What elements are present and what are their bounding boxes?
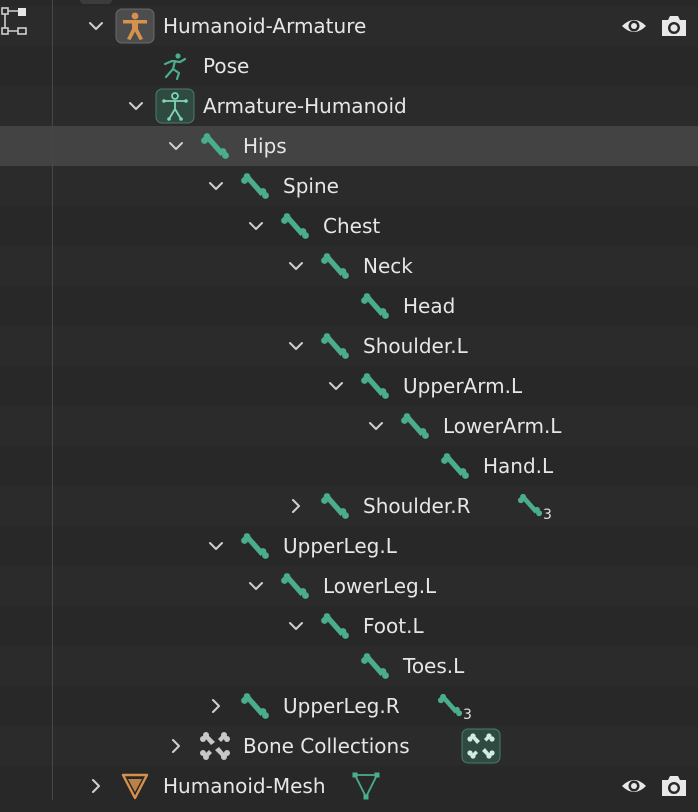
chevron-down-icon[interactable]: [324, 366, 348, 406]
bone-icon: [355, 366, 395, 406]
tree-row-label[interactable]: UpperLeg.L: [283, 526, 397, 566]
tree-row-pose[interactable]: Pose: [0, 46, 698, 86]
tree-row-label[interactable]: Bone Collections: [243, 726, 410, 766]
tree-row-label[interactable]: Shoulder.R: [363, 486, 470, 526]
tree-row-label[interactable]: Humanoid-Armature: [163, 6, 366, 46]
bone-icon: [275, 206, 315, 246]
tree-row-label[interactable]: Head: [403, 286, 455, 326]
tree-row-label[interactable]: UpperLeg.R: [283, 686, 400, 726]
hierarchy-line: [52, 0, 53, 800]
pose-icon: [155, 46, 195, 86]
tree-row-shoulder-r[interactable]: Shoulder.R 3: [0, 486, 698, 526]
outliner-panel: Humanoid-Armature Pose Armature-Humanoid Hi…: [0, 0, 698, 812]
bone-icon: [395, 406, 435, 446]
chevron-down-icon[interactable]: [84, 6, 108, 46]
bone-icon: [315, 326, 355, 366]
chevron-down-icon[interactable]: [244, 206, 268, 246]
bone-icon: [235, 686, 275, 726]
chevron-down-icon[interactable]: [204, 166, 228, 206]
tree-row-neck[interactable]: Neck: [0, 246, 698, 286]
tree-row-label[interactable]: Toes.L: [403, 646, 464, 686]
bone-icon: [275, 566, 315, 606]
eye-icon[interactable]: [614, 6, 654, 46]
tree-row-label[interactable]: Armature-Humanoid: [203, 86, 407, 126]
chevron-right-icon[interactable]: [84, 766, 108, 806]
camera-icon[interactable]: [654, 766, 694, 806]
tree-row-foot-l[interactable]: Foot.L: [0, 606, 698, 646]
chevron-down-icon[interactable]: [284, 246, 308, 286]
collection-header-stub: [80, 0, 112, 4]
tree-row-hips[interactable]: Hips: [0, 126, 698, 166]
armature-object-icon: [115, 6, 155, 46]
bone-icon: [315, 486, 355, 526]
tree-row-label[interactable]: Chest: [323, 206, 380, 246]
tree-row-label[interactable]: Foot.L: [363, 606, 424, 646]
chevron-down-icon[interactable]: [124, 86, 148, 126]
bone-icon: [435, 446, 475, 486]
camera-icon[interactable]: [654, 6, 694, 46]
tree-row-humanoid-mesh[interactable]: Humanoid-Mesh: [0, 766, 698, 806]
tree-row-shoulder-l[interactable]: Shoulder.L: [0, 326, 698, 366]
bone-icon: [235, 526, 275, 566]
child-count: 3: [463, 707, 472, 723]
tree-row-label[interactable]: Neck: [363, 246, 413, 286]
bone-icon: [315, 246, 355, 286]
chevron-down-icon[interactable]: [244, 566, 268, 606]
tree-row-humanoid-armature[interactable]: Humanoid-Armature: [0, 6, 698, 46]
tree-row-chest[interactable]: Chest: [0, 206, 698, 246]
tree-row-label[interactable]: Shoulder.L: [363, 326, 468, 366]
tree-row-armature-humanoid[interactable]: Armature-Humanoid: [0, 86, 698, 126]
tree-row-spine[interactable]: Spine: [0, 166, 698, 206]
tree-row-upperleg-r[interactable]: UpperLeg.R 3: [0, 686, 698, 726]
tree-row-label[interactable]: Humanoid-Mesh: [163, 766, 326, 806]
tree-row-label[interactable]: Hand.L: [483, 446, 553, 486]
collapsed-children-bone-icon[interactable]: 3: [517, 486, 557, 526]
tree-row-label[interactable]: UpperArm.L: [403, 366, 522, 406]
chevron-down-icon[interactable]: [284, 326, 308, 366]
tree-row-bone-collections[interactable]: Bone Collections: [0, 726, 698, 766]
eye-icon[interactable]: [614, 766, 654, 806]
collection-icon: [0, 6, 30, 38]
tree-row-lowerarm-l[interactable]: LowerArm.L: [0, 406, 698, 446]
bone-collections-icon: [195, 726, 235, 766]
mesh-object-icon: [115, 766, 155, 806]
chevron-down-icon[interactable]: [284, 606, 308, 646]
armature-data-icon: [155, 86, 195, 126]
child-count: 3: [543, 507, 552, 523]
tree-row-head[interactable]: Head: [0, 286, 698, 326]
chevron-right-icon[interactable]: [284, 486, 308, 526]
chevron-right-icon[interactable]: [164, 726, 188, 766]
tree-row-label[interactable]: Hips: [243, 126, 287, 166]
tree-row-label[interactable]: LowerArm.L: [443, 406, 561, 446]
tree-row-upperarm-l[interactable]: UpperArm.L: [0, 366, 698, 406]
tree-row-upperleg-l[interactable]: UpperLeg.L: [0, 526, 698, 566]
chevron-down-icon[interactable]: [164, 126, 188, 166]
chevron-right-icon[interactable]: [204, 686, 228, 726]
bone-icon: [235, 166, 275, 206]
bone-icon: [355, 286, 395, 326]
tree-row-label[interactable]: LowerLeg.L: [323, 566, 436, 606]
chevron-down-icon[interactable]: [364, 406, 388, 446]
tree-row-toes-l[interactable]: Toes.L: [0, 646, 698, 686]
collapsed-children-bone-icon[interactable]: 3: [437, 686, 477, 726]
tree-row-hand-l[interactable]: Hand.L: [0, 446, 698, 486]
mesh-data-icon[interactable]: [346, 766, 386, 806]
tree-row-lowerleg-l[interactable]: LowerLeg.L: [0, 566, 698, 606]
tree-row-label[interactable]: Spine: [283, 166, 339, 206]
bone-icon: [315, 606, 355, 646]
chevron-down-icon[interactable]: [204, 526, 228, 566]
bone-icon: [355, 646, 395, 686]
bone-collection-data-icon[interactable]: [461, 726, 501, 766]
bone-icon: [195, 126, 235, 166]
tree-row-label[interactable]: Pose: [203, 46, 249, 86]
